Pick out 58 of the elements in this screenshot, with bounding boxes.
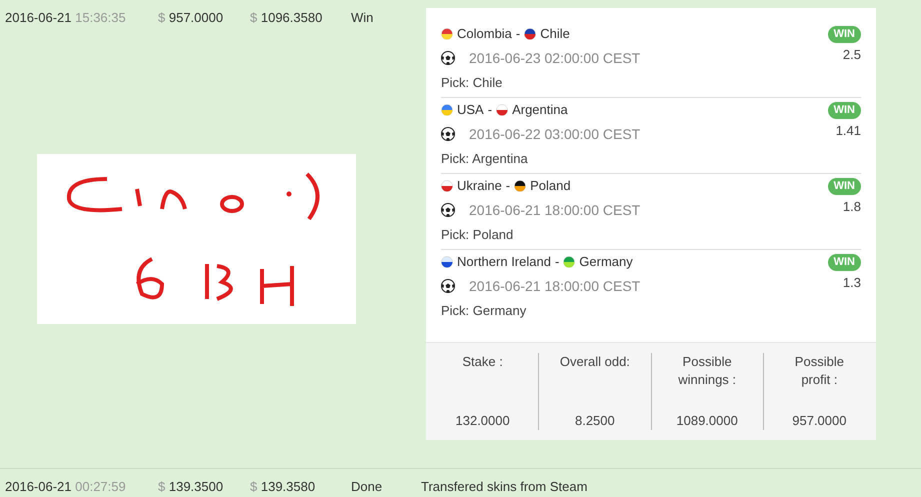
status-cell-text: Win — [351, 9, 374, 28]
match-away-team: Germany — [579, 253, 633, 272]
odd-value: 1.3 — [842, 274, 861, 292]
soccer-ball-icon — [441, 279, 455, 293]
description-cell-text: Transfered skins from Steam — [421, 478, 588, 496]
result-badge: WIN — [828, 178, 861, 195]
result-badge: WIN — [828, 254, 861, 271]
flag-icon — [496, 104, 508, 116]
result-badge: WIN — [828, 102, 861, 119]
match-datetime: 2016-06-23 02:00:00 CEST — [469, 48, 640, 68]
status-cell-text: Done — [351, 478, 384, 496]
flag-icon — [441, 256, 453, 268]
summary-label: Overall odd: — [558, 353, 631, 371]
soccer-ball-icon — [441, 51, 455, 65]
separator: - — [506, 177, 510, 196]
summary-label: Possible profit : — [794, 353, 845, 389]
separator: - — [488, 101, 492, 120]
summary-value: 1089.0000 — [676, 412, 738, 430]
summary-value: 132.0000 — [456, 412, 510, 430]
amount-cell-text: $ 957.0000 — [158, 9, 224, 28]
match-home-team: USA — [457, 101, 484, 120]
result-badge: WIN — [828, 26, 861, 43]
flag-icon — [524, 28, 536, 40]
date-cell-text: 2016-06-21 15:36:35 — [4, 9, 127, 28]
match-datetime: 2016-06-22 03:00:00 CEST — [469, 124, 640, 144]
flag-icon — [441, 28, 453, 40]
summary-value: 957.0000 — [792, 412, 846, 430]
pick-text: Pick: Poland — [441, 226, 514, 244]
flag-icon — [563, 256, 576, 268]
pick-text: Pick: Germany — [441, 302, 528, 320]
amount-cell-text: $ 139.3500 — [158, 478, 224, 496]
summary-label: Possible winnings : — [677, 353, 738, 389]
balance-cell-text: $ 1096.3580 — [250, 9, 324, 28]
soccer-ball-icon — [441, 203, 455, 217]
match-home-team: Ukraine — [457, 177, 502, 196]
pick-text: Pick: Chile — [441, 74, 504, 92]
match-datetime: 2016-06-21 18:00:00 CEST — [469, 200, 640, 220]
match-away-team: Poland — [530, 177, 571, 196]
match-home-team: Northern Ireland — [457, 253, 551, 272]
balance-cell-text: $ 139.3580 — [250, 478, 316, 496]
summary-label: Stake : — [461, 353, 504, 371]
flag-icon — [441, 104, 453, 116]
date-cell-text: 2016-06-21 00:27:59 — [4, 478, 127, 496]
match-away-team: Argentina — [512, 101, 568, 120]
separator: - — [554, 253, 560, 272]
pick-text: Pick: Argentina — [441, 150, 529, 168]
odd-value: 2.5 — [842, 46, 861, 64]
match-away-team: Chile — [540, 25, 570, 44]
match-home-team: Colombia — [457, 25, 512, 44]
collapsed-row[interactable]: 2016-06-21 00:27:59 $ 139.3500 $ 139.3580 Done Transfered skins from Steam — [0, 469, 921, 497]
odd-value: 1.8 — [842, 198, 861, 216]
odd-value: 1.41 — [836, 122, 861, 140]
soccer-ball-icon — [441, 127, 455, 141]
match-datetime: 2016-06-21 18:00:00 CEST — [469, 276, 640, 296]
flag-icon — [441, 180, 453, 192]
summary-value: 8.2500 — [574, 412, 615, 430]
separator: - — [516, 25, 520, 44]
flag-icon — [514, 180, 526, 192]
